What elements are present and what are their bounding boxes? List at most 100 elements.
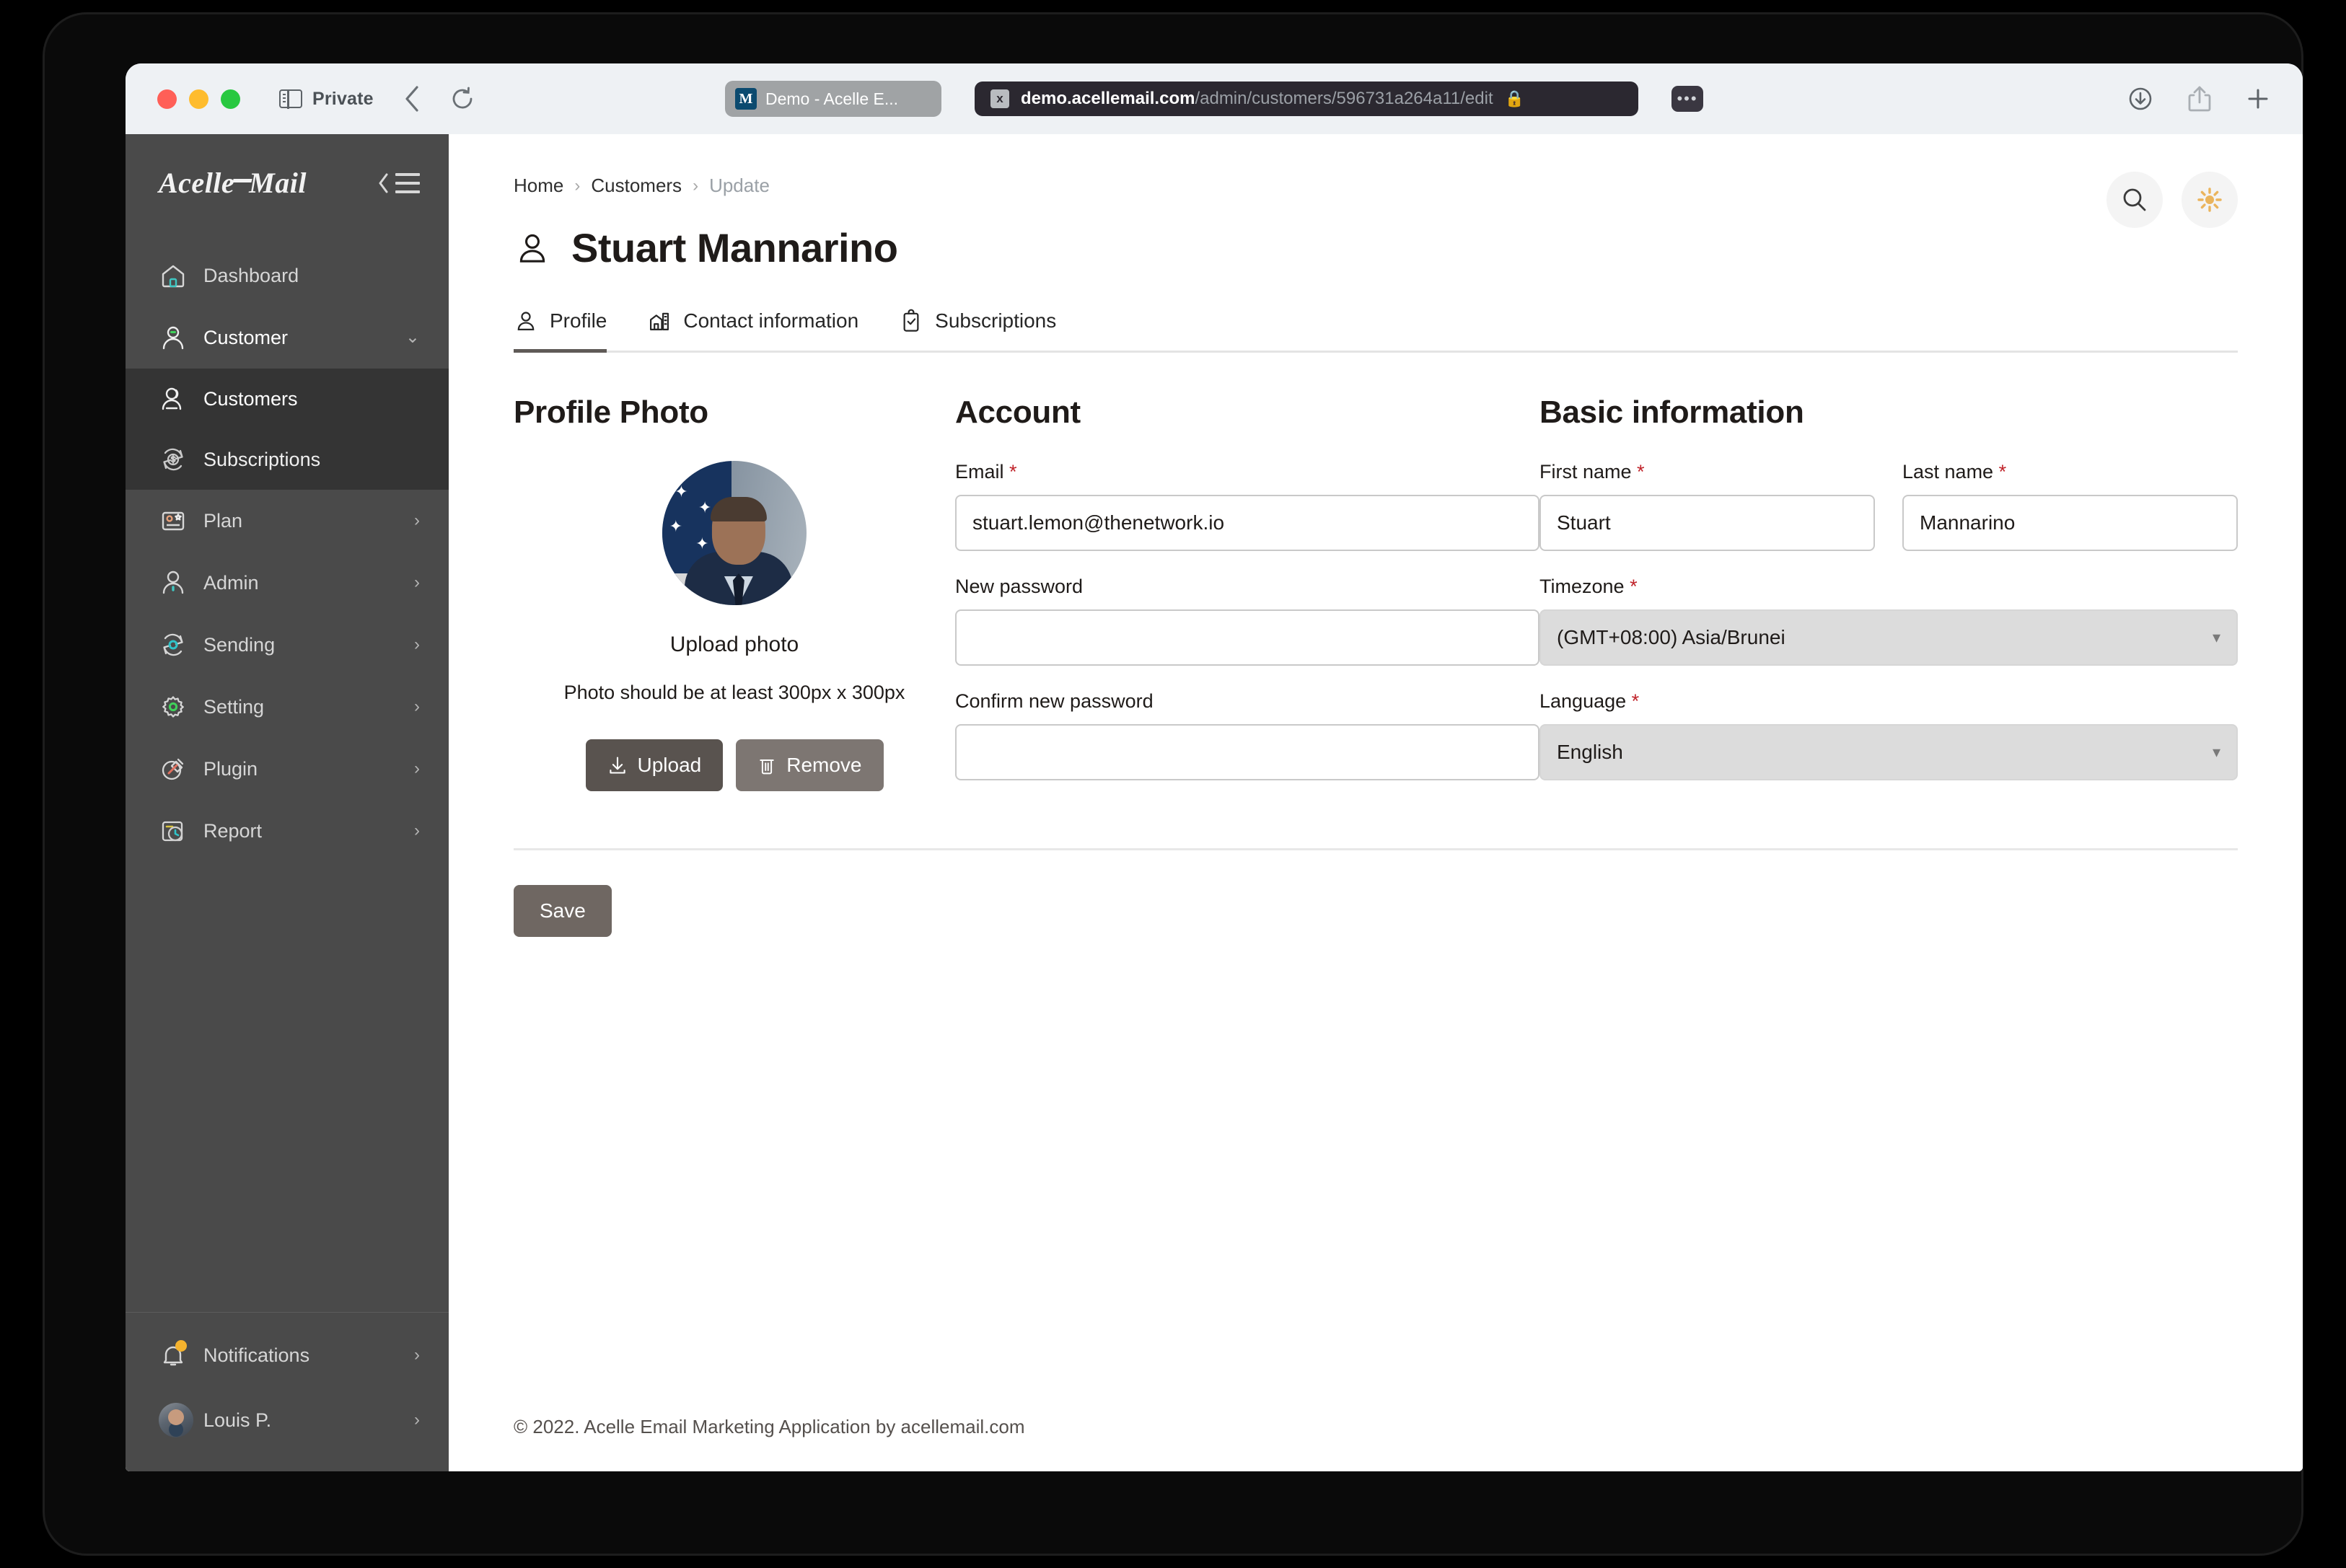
- remove-button[interactable]: Remove: [736, 739, 884, 792]
- required-marker: *: [1637, 461, 1645, 483]
- sidebar-item-admin[interactable]: Admin ›: [126, 552, 449, 614]
- chevron-right-icon: ›: [414, 511, 420, 530]
- required-marker: *: [1998, 461, 2007, 483]
- save-button[interactable]: Save: [514, 885, 612, 937]
- field-first-name: First name *: [1539, 461, 1875, 551]
- bell-icon: [159, 1340, 192, 1370]
- app-viewport: Acelle Mail Dashboard Customer ⌄ Custome…: [126, 134, 2303, 1471]
- reload-button[interactable]: [450, 87, 475, 111]
- breadcrumb-item-home[interactable]: Home: [514, 175, 563, 197]
- tab-contact-information[interactable]: Contact information: [647, 309, 858, 353]
- sidebar-item-notifications[interactable]: Notifications ›: [126, 1323, 449, 1388]
- first-name-input[interactable]: [1539, 495, 1875, 551]
- search-icon: [2123, 188, 2146, 211]
- maximize-window-button[interactable]: [221, 89, 240, 109]
- email-input[interactable]: [955, 495, 1539, 551]
- url-bar[interactable]: x demo.acellemail.com/admin/customers/59…: [975, 82, 1638, 116]
- section-title: Profile Photo: [514, 395, 708, 430]
- tab-subscriptions[interactable]: Subscriptions: [899, 309, 1056, 353]
- sidebar-item-dashboard[interactable]: Dashboard: [126, 245, 449, 307]
- last-name-input[interactable]: [1902, 495, 2238, 551]
- sidebar-item-setting[interactable]: Setting ›: [126, 676, 449, 738]
- required-marker: *: [1631, 690, 1640, 712]
- sidebar-footer: Notifications › Louis P. ›: [126, 1312, 449, 1471]
- sending-gear-icon: [159, 630, 192, 659]
- user-icon: [159, 323, 192, 352]
- photo-buttons: Upload Remove: [560, 739, 909, 792]
- downloads-icon[interactable]: [2127, 85, 2154, 113]
- timezone-value: (GMT+08:00) Asia/Brunei: [1557, 626, 1785, 648]
- theme-toggle-button[interactable]: [2182, 172, 2238, 228]
- sidebar-item-subscriptions[interactable]: Subscriptions: [126, 429, 449, 490]
- content-inner: Home › Customers › Update Stuart Mannari…: [449, 134, 2303, 1416]
- chevron-right-icon: ›: [414, 635, 420, 654]
- hamburger-icon: [395, 172, 420, 193]
- field-confirm-password: Confirm new password: [955, 690, 1539, 780]
- field-label-text: First name: [1539, 461, 1632, 483]
- field-new-password: New password: [955, 576, 1539, 666]
- sidebar-item-report[interactable]: Report ›: [126, 800, 449, 862]
- logo-arrow-icon: [232, 179, 252, 182]
- chevron-down-icon: ▾: [2212, 628, 2220, 646]
- sidebar-item-plugin[interactable]: Plugin ›: [126, 738, 449, 800]
- person-portrait: [684, 497, 793, 605]
- sidebar-nav: Dashboard Customer ⌄ Customers Subscript…: [126, 229, 449, 862]
- confirm-password-input[interactable]: [955, 724, 1539, 780]
- chevron-down-icon: ▾: [2212, 743, 2220, 761]
- field-email: Email *: [955, 461, 1539, 551]
- sidebar-item-label: Subscriptions: [203, 448, 321, 470]
- new-password-input[interactable]: [955, 609, 1539, 666]
- language-select[interactable]: English ▾: [1539, 724, 2238, 780]
- photo-size-hint: Photo should be at least 300px x 300px: [563, 682, 905, 703]
- sidebar-item-label: Notifications: [203, 1344, 310, 1366]
- timezone-select[interactable]: (GMT+08:00) Asia/Brunei ▾: [1539, 609, 2238, 666]
- sidebar-item-sending[interactable]: Sending ›: [126, 614, 449, 676]
- sidebar-collapse-button[interactable]: [377, 172, 420, 195]
- minimize-window-button[interactable]: [189, 89, 208, 109]
- chevron-right-icon: ›: [414, 759, 420, 778]
- site-info-icon[interactable]: x: [990, 89, 1009, 108]
- sidebar-item-customers[interactable]: Customers: [126, 369, 449, 429]
- share-icon[interactable]: [2187, 84, 2212, 113]
- url-text: demo.acellemail.com/admin/customers/5967…: [1021, 89, 1493, 109]
- upload-button[interactable]: Upload: [585, 739, 724, 792]
- sidebar-item-customer[interactable]: Customer ⌄: [126, 307, 449, 369]
- sidebar-item-plan[interactable]: Plan ›: [126, 490, 449, 552]
- search-button[interactable]: [2106, 172, 2163, 228]
- plan-card-icon: [159, 506, 192, 535]
- profile-photo[interactable]: ✦ ✦ ✦ ✦: [662, 461, 807, 605]
- sun-icon: [2197, 188, 2222, 212]
- close-window-button[interactable]: [157, 89, 177, 109]
- tab-profile[interactable]: Profile: [514, 309, 607, 353]
- upload-photo-label[interactable]: Upload photo: [560, 633, 909, 657]
- breadcrumb: Home › Customers › Update: [514, 175, 770, 197]
- account-section: Account Email * New password: [955, 395, 1539, 805]
- field-label: New password: [955, 576, 1084, 597]
- browser-sidebar-toggle[interactable]: Private: [279, 89, 374, 110]
- sidebar-item-label: Report: [203, 819, 263, 842]
- main-content: Home › Customers › Update Stuart Mannari…: [449, 134, 2303, 1471]
- home-icon: [159, 261, 192, 290]
- browser-tab[interactable]: M Demo - Acelle E...: [725, 81, 941, 117]
- field-label: Email *: [955, 461, 1539, 483]
- browser-toolbar: Private M Demo - Acelle E... x demo.acel…: [126, 63, 2303, 134]
- tab-favicon: M: [735, 88, 757, 110]
- tab-label: Profile: [550, 309, 607, 332]
- url-path: /admin/customers/596731a264a11/edit: [1195, 89, 1493, 108]
- chevron-right-icon: ›: [414, 821, 420, 840]
- new-tab-icon[interactable]: [2245, 86, 2271, 112]
- field-label: Timezone *: [1539, 576, 2238, 598]
- sidebar-item-label: Setting: [203, 695, 265, 718]
- sidebar: Acelle Mail Dashboard Customer ⌄ Custome…: [126, 134, 449, 1471]
- photo-block: ✦ ✦ ✦ ✦ Upload photo Photo should be at …: [514, 461, 955, 792]
- field-label-text: Timezone: [1539, 576, 1625, 597]
- sidebar-item-user[interactable]: Louis P. ›: [126, 1388, 449, 1453]
- header-actions: [2106, 172, 2238, 228]
- back-button[interactable]: [400, 86, 424, 112]
- sidebar-item-label: Dashboard: [203, 264, 299, 286]
- lock-icon: 🔒: [1504, 89, 1525, 107]
- panel-toggle-icon: [279, 89, 302, 109]
- field-label: Confirm new password: [955, 690, 1154, 712]
- breadcrumb-item-customers[interactable]: Customers: [591, 175, 682, 197]
- url-more-button[interactable]: •••: [1671, 86, 1703, 112]
